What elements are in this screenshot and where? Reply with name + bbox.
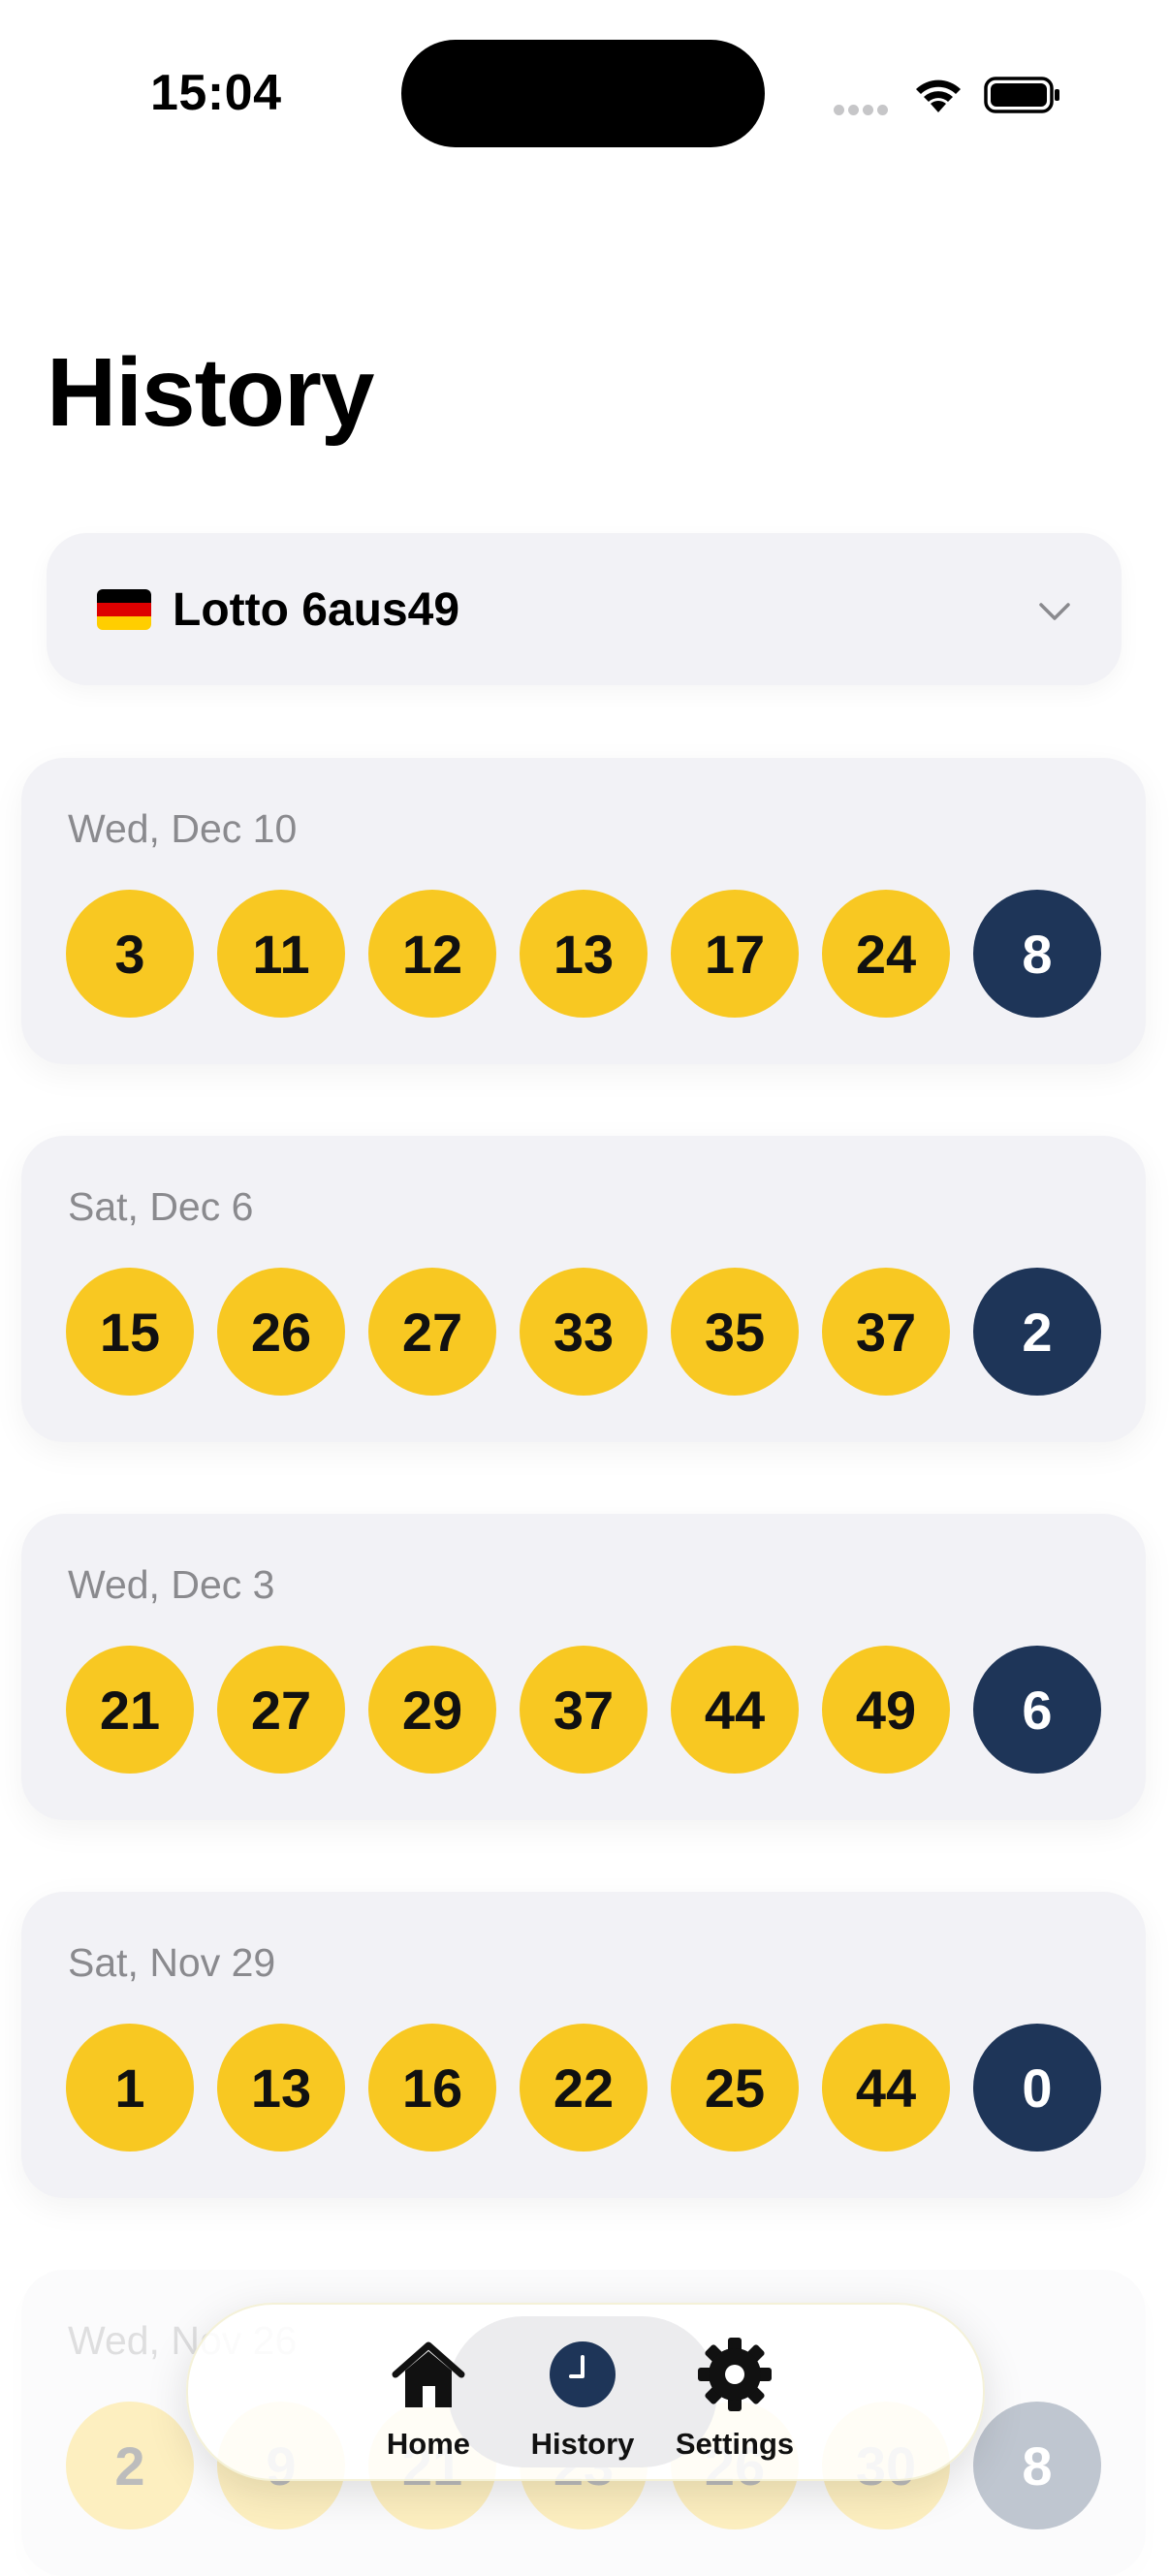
draw-date: Sat, Nov 29 [68,1940,276,1985]
draw-card[interactable]: Sat, Dec 6 15 26 27 33 35 37 2 [21,1136,1146,1442]
number-ball: 3 [66,890,194,1018]
number-ball: 2 [66,2402,194,2529]
tab-bar: Home History Settings [186,2303,985,2481]
number-ball: 44 [822,2024,950,2152]
status-time: 15:04 [150,65,282,121]
number-ball: 33 [520,1268,648,1396]
draw-date: Wed, Dec 3 [68,1562,275,1607]
number-ball: 13 [217,2024,345,2152]
number-ball: 17 [671,890,799,1018]
game-selector-label: Lotto 6aus49 [173,584,460,636]
number-ball: 13 [520,890,648,1018]
number-ball: 12 [368,890,496,1018]
battery-icon [984,77,1059,113]
number-ball: 11 [217,890,345,1018]
gear-icon [698,2338,772,2411]
house-icon [392,2341,465,2407]
page-title: History [47,338,375,447]
number-ball: 21 [66,1646,194,1774]
number-ball: 25 [671,2024,799,2152]
chevron-down-icon [1039,603,1070,620]
number-ball: 35 [671,1268,799,1396]
game-selector-dropdown[interactable]: Lotto 6aus49 [47,533,1122,685]
number-ball: 29 [368,1646,496,1774]
bonus-ball: 6 [973,1646,1101,1774]
bonus-ball: 8 [973,890,1101,1018]
bonus-ball: 2 [973,1268,1101,1396]
draw-date: Wed, Dec 10 [68,806,298,851]
number-ball: 27 [368,1268,496,1396]
number-ball: 37 [822,1268,950,1396]
number-ball: 27 [217,1646,345,1774]
number-ball: 44 [671,1646,799,1774]
dynamic-island [401,40,765,147]
bonus-ball: 8 [973,2402,1101,2529]
status-bar: 15:04 [0,0,1169,194]
number-ball: 1 [66,2024,194,2152]
draw-card[interactable]: Wed, Dec 3 21 27 29 37 44 49 6 [21,1514,1146,1820]
wifi-icon [916,79,961,112]
draw-card[interactable]: Wed, Dec 10 3 11 12 13 17 24 8 [21,758,1146,1064]
cellular-signal-icon [834,103,892,120]
number-ball: 37 [520,1646,648,1774]
number-ball: 22 [520,2024,648,2152]
tab-settings[interactable]: Settings [638,2334,832,2461]
tab-settings-label: Settings [675,2427,795,2461]
number-ball: 15 [66,1268,194,1396]
draw-card[interactable]: Sat, Nov 29 1 13 16 22 25 44 0 [21,1892,1146,2198]
number-ball: 24 [822,890,950,1018]
number-ball: 16 [368,2024,496,2152]
bonus-ball: 0 [973,2024,1101,2152]
number-ball: 49 [822,1646,950,1774]
status-icons [834,68,1066,126]
draw-date: Sat, Dec 6 [68,1184,254,1229]
clock-icon [550,2341,616,2407]
number-ball: 26 [217,1268,345,1396]
germany-flag-icon [97,589,151,630]
